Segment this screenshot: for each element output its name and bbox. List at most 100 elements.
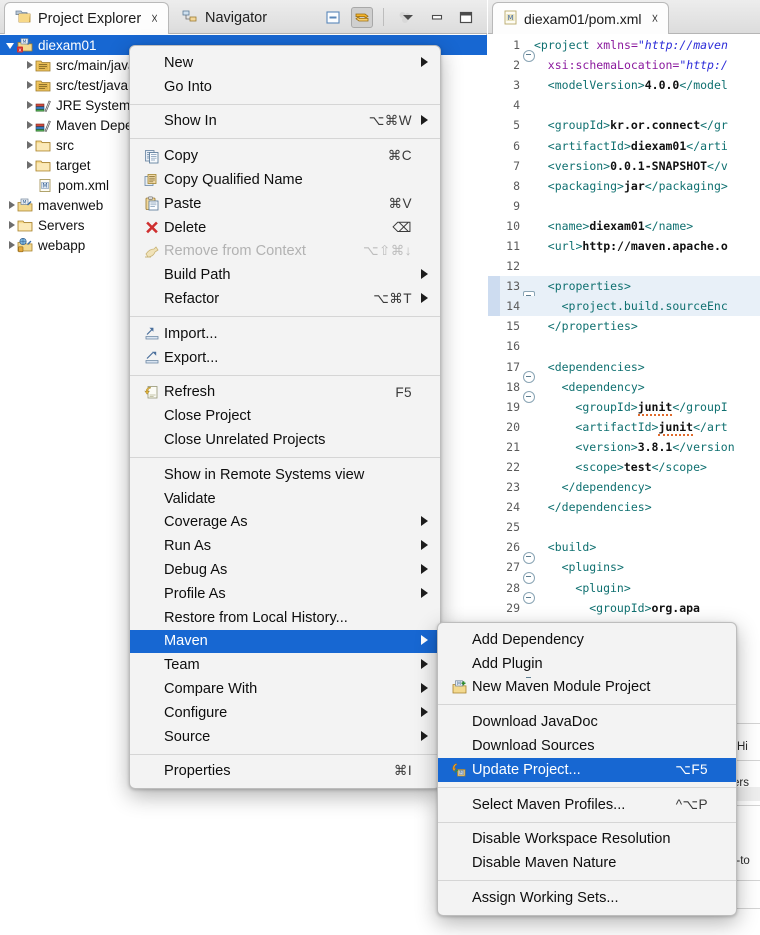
menu-item-new-maven-module-project[interactable]: M New Maven Module Project	[438, 676, 736, 700]
submenu-arrow-icon	[412, 586, 428, 602]
code-line[interactable]: 22 <scope>test</scope>	[488, 457, 760, 477]
menu-item-label: Refactor	[164, 291, 220, 308]
menu-item-validate[interactable]: Validate	[130, 487, 440, 511]
menu-item-restore-from-local-history[interactable]: Restore from Local History...	[130, 606, 440, 630]
chevron-right-icon[interactable]	[24, 140, 35, 151]
code-line[interactable]: 12	[488, 256, 760, 276]
menu-item-select-maven-profiles[interactable]: Select Maven Profiles... ^⌥P	[438, 793, 736, 817]
code-line[interactable]: 6 <artifactId>diexam01</arti	[488, 135, 760, 155]
code-line[interactable]: 17 <dependencies>	[488, 357, 760, 384]
code-line[interactable]: 4	[488, 95, 760, 115]
chevron-right-icon[interactable]	[6, 220, 17, 231]
chevron-right-icon[interactable]	[6, 200, 17, 211]
code-line[interactable]: 3 <modelVersion>4.0.0</model	[488, 75, 760, 95]
menu-item-download-javadoc[interactable]: Download JavaDoc	[438, 710, 736, 734]
menu-item-add-plugin[interactable]: Add Plugin	[438, 652, 736, 676]
menu-item-copy-qualified-name[interactable]: Copy Qualified Name	[130, 168, 440, 192]
chevron-down-icon[interactable]	[6, 40, 17, 51]
close-icon[interactable]: ☓	[151, 11, 158, 27]
menu-item-label: Close Unrelated Projects	[164, 432, 326, 449]
menu-item-update-project[interactable]: M Update Project... ⌥F5	[438, 757, 736, 782]
menu-item-refactor[interactable]: Refactor ⌥⌘T	[130, 287, 440, 311]
code-line[interactable]: 20 <artifactId>junit</art	[488, 417, 760, 437]
chevron-right-icon[interactable]	[24, 80, 35, 91]
menu-item-source[interactable]: Source	[130, 725, 440, 749]
code-line[interactable]: 25	[488, 517, 760, 537]
code-line[interactable]: 16	[488, 336, 760, 356]
code-line[interactable]: 13 <properties>	[488, 276, 760, 303]
code-line[interactable]: 24 </dependencies>	[488, 497, 760, 517]
chevron-right-icon[interactable]	[24, 100, 35, 111]
menu-item-go-into[interactable]: Go Into	[130, 75, 440, 99]
menu-item-run-as[interactable]: Run As	[130, 534, 440, 558]
chevron-right-icon[interactable]	[24, 120, 35, 131]
tab-navigator[interactable]: Navigator	[172, 2, 277, 34]
view-menu-button[interactable]	[397, 7, 419, 28]
maximize-button[interactable]	[455, 7, 477, 28]
menu-item-copy[interactable]: Copy ⌘C	[130, 144, 440, 168]
update-project-icon: M	[452, 762, 472, 777]
menu-item-show-in-remote-systems-view[interactable]: Show in Remote Systems view	[130, 463, 440, 487]
menu-item-new[interactable]: New	[130, 51, 440, 75]
code-line[interactable]: 28 <plugin>	[488, 578, 760, 605]
close-icon[interactable]: ☓	[652, 11, 659, 27]
code-line[interactable]: 5 <groupId>kr.or.connect</gr	[488, 115, 760, 135]
link-with-editor-button[interactable]	[351, 6, 373, 28]
menu-item-properties[interactable]: Properties ⌘I	[130, 760, 440, 784]
line-number: 16	[506, 339, 520, 354]
menu-item-disable-maven-nature[interactable]: Disable Maven Nature	[438, 851, 736, 875]
code-line[interactable]: 18 <dependency>	[488, 377, 760, 404]
code-line[interactable]: 26 <build>	[488, 537, 760, 564]
code-line[interactable]: 23 </dependency>	[488, 477, 760, 497]
menu-item-profile-as[interactable]: Profile As	[130, 582, 440, 606]
chevron-right-icon[interactable]	[24, 160, 35, 171]
code-line[interactable]: 1 <project xmlns="http://maven	[488, 35, 760, 62]
menu-item-close-unrelated-projects[interactable]: Close Unrelated Projects	[130, 428, 440, 452]
maven-submenu[interactable]: Add Dependency Add Plugin M New Maven Modul…	[437, 622, 737, 916]
line-number: 4	[513, 98, 520, 113]
chevron-right-icon[interactable]	[6, 240, 17, 251]
menu-item-maven[interactable]: Maven	[130, 629, 440, 654]
code-line[interactable]: 15 </properties>	[488, 316, 760, 336]
menu-item-export[interactable]: Export...	[130, 346, 440, 370]
code-line[interactable]: 11 <url>http://maven.apache.o	[488, 236, 760, 256]
code-line[interactable]: 9	[488, 196, 760, 216]
code-text: <build>	[547, 540, 597, 555]
menu-item-compare-with[interactable]: Compare With	[130, 677, 440, 701]
menu-item-debug-as[interactable]: Debug As	[130, 558, 440, 582]
code-line[interactable]: 8 <packaging>jar</packaging>	[488, 176, 760, 196]
menu-item-assign-working-sets[interactable]: Assign Working Sets...	[438, 886, 736, 910]
code-line[interactable]: 29 <groupId>org.apa	[488, 598, 760, 618]
menu-item-team[interactable]: Team	[130, 653, 440, 677]
code-line[interactable]: 10 <name>diexam01</name>	[488, 216, 760, 236]
minimize-button[interactable]	[426, 7, 448, 28]
code-text: <groupId>junit</groupI	[575, 399, 728, 416]
menu-item-build-path[interactable]: Build Path	[130, 263, 440, 287]
code-line[interactable]: 2 xsi:schemaLocation="http:/	[488, 55, 760, 75]
code-line[interactable]: 7 <version>0.0.1-SNAPSHOT</v	[488, 156, 760, 176]
svg-text:M: M	[23, 39, 27, 45]
menu-item-paste[interactable]: Paste ⌘V	[130, 192, 440, 216]
menu-item-import[interactable]: Import...	[130, 322, 440, 346]
menu-item-add-dependency[interactable]: Add Dependency	[438, 628, 736, 652]
menu-item-refresh[interactable]: Refresh F5	[130, 381, 440, 405]
code-line[interactable]: 19 <groupId>junit</groupI	[488, 397, 760, 417]
menu-item-show-in[interactable]: Show In ⌥⌘W	[130, 110, 440, 134]
collapse-all-button[interactable]	[322, 7, 344, 28]
code-text: </properties>	[547, 319, 638, 334]
code-line[interactable]: 21 <version>3.8.1</version	[488, 437, 760, 457]
project-context-menu[interactable]: New Go Into Show In ⌥⌘W Copy ⌘C Copy Qualified…	[129, 45, 441, 790]
chevron-right-icon[interactable]	[24, 60, 35, 71]
menu-item-disable-workspace-resolution[interactable]: Disable Workspace Resolution	[438, 828, 736, 852]
code-line[interactable]: 27 <plugins>	[488, 557, 760, 584]
menu-item-delete[interactable]: Delete ⌫	[130, 216, 440, 240]
menu-item-download-sources[interactable]: Download Sources	[438, 734, 736, 758]
menu-item-configure[interactable]: Configure	[130, 701, 440, 725]
menu-item-coverage-as[interactable]: Coverage As	[130, 511, 440, 535]
tab-project-explorer[interactable]: Project Explorer ☓	[4, 2, 170, 34]
code-text: <url>http://maven.apache.o	[547, 238, 728, 253]
menu-separator	[130, 374, 440, 376]
tab-pom-xml[interactable]: M diexam01/pom.xml ☓	[492, 2, 670, 34]
menu-item-close-project[interactable]: Close Project	[130, 404, 440, 428]
code-line[interactable]: 14 <project.build.sourceEnc	[488, 296, 760, 317]
